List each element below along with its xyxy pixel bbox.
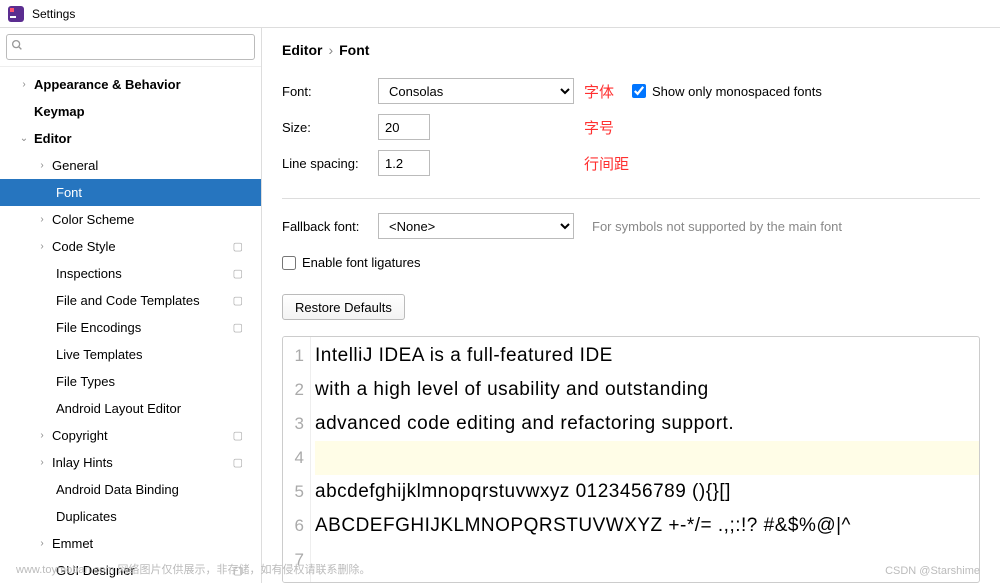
- settings-tree: › Appearance & Behavior Keymap ⌄ Editor › Gene…: [0, 67, 261, 583]
- monospace-checkbox-row[interactable]: Show only monospaced fonts: [632, 84, 822, 99]
- sidebar-item-label: Keymap: [34, 104, 261, 119]
- preview-line: [315, 543, 979, 577]
- sidebar-item-label: Emmet: [52, 536, 261, 551]
- chevron-right-icon: ›: [36, 160, 48, 171]
- sidebar-item-label: File Encodings: [56, 320, 261, 335]
- preview-line: IntelliJ IDEA is a full-featured IDE: [315, 339, 979, 373]
- ligatures-checkbox[interactable]: [282, 256, 296, 270]
- sidebar-item-file-encodings[interactable]: File Encodings▢: [0, 314, 261, 341]
- window-title: Settings: [32, 7, 75, 21]
- sidebar-item-font[interactable]: Font: [0, 179, 261, 206]
- fallback-hint: For symbols not supported by the main fo…: [592, 219, 842, 234]
- spacing-annotation: 行间距: [584, 153, 629, 174]
- sidebar-item-label: Inlay Hints: [52, 455, 261, 470]
- project-scope-icon: ▢: [233, 321, 243, 334]
- sidebar-item-duplicates[interactable]: Duplicates: [0, 503, 261, 530]
- sidebar-item-label: Font: [56, 185, 261, 200]
- settings-sidebar: › Appearance & Behavior Keymap ⌄ Editor › Gene…: [0, 28, 262, 583]
- sidebar-item-label: File Types: [56, 374, 261, 389]
- sidebar-item-inspections[interactable]: Inspections▢: [0, 260, 261, 287]
- sidebar-item-emmet[interactable]: › Emmet: [0, 530, 261, 557]
- sidebar-item-editor[interactable]: ⌄ Editor: [0, 125, 261, 152]
- monospace-label: Show only monospaced fonts: [652, 84, 822, 99]
- project-scope-icon: ▢: [233, 294, 243, 307]
- preview-line: [315, 577, 979, 583]
- breadcrumb-font: Font: [339, 42, 369, 58]
- sidebar-item-copyright[interactable]: › Copyright▢: [0, 422, 261, 449]
- sidebar-item-label: General: [52, 158, 261, 173]
- preview-code[interactable]: IntelliJ IDEA is a full-featured IDEwith…: [311, 337, 979, 582]
- chevron-down-icon: ⌄: [18, 133, 30, 144]
- font-annotation: 字体: [584, 81, 614, 102]
- spacing-label: Line spacing:: [282, 156, 378, 171]
- sidebar-item-keymap[interactable]: Keymap: [0, 98, 261, 125]
- preview-line: with a high level of usability and outst…: [315, 373, 979, 407]
- sidebar-item-file-types[interactable]: File Types: [0, 368, 261, 395]
- sidebar-item-label: Editor: [34, 131, 261, 146]
- preview-line: advanced code editing and refactoring su…: [315, 407, 979, 441]
- sidebar-item-file-and-code-templates[interactable]: File and Code Templates▢: [0, 287, 261, 314]
- breadcrumb-sep: ›: [328, 42, 333, 58]
- app-icon: [8, 6, 24, 22]
- sidebar-item-label: Copyright: [52, 428, 261, 443]
- chevron-right-icon: ›: [36, 430, 48, 441]
- chevron-right-icon: ›: [36, 457, 48, 468]
- project-scope-icon: ▢: [233, 240, 243, 253]
- project-scope-icon: ▢: [233, 429, 243, 442]
- font-label: Font:: [282, 84, 378, 99]
- divider: [282, 198, 980, 199]
- sidebar-item-color-scheme[interactable]: › Color Scheme: [0, 206, 261, 233]
- fallback-select[interactable]: <None>: [378, 213, 574, 239]
- preview-line: [315, 441, 979, 475]
- sidebar-item-general[interactable]: › General: [0, 152, 261, 179]
- monospace-checkbox[interactable]: [632, 84, 646, 98]
- sidebar-item-code-style[interactable]: › Code Style▢: [0, 233, 261, 260]
- size-label: Size:: [282, 120, 378, 135]
- ligatures-label: Enable font ligatures: [302, 255, 421, 270]
- chevron-right-icon: ›: [36, 538, 48, 549]
- sidebar-item-label: Duplicates: [56, 509, 261, 524]
- project-scope-icon: ▢: [233, 267, 243, 280]
- watermark-left: www.toymoban.com 网络图片仅供展示，非存储，如有侵权请联系删除。: [16, 561, 370, 577]
- sidebar-item-live-templates[interactable]: Live Templates: [0, 341, 261, 368]
- font-select[interactable]: Consolas: [378, 78, 574, 104]
- font-preview: 12345678 IntelliJ IDEA is a full-feature…: [282, 336, 980, 583]
- titlebar: Settings: [0, 0, 1000, 28]
- project-scope-icon: ▢: [233, 456, 243, 469]
- chevron-right-icon: ›: [36, 241, 48, 252]
- search-input[interactable]: [6, 34, 255, 60]
- spacing-input[interactable]: [378, 150, 430, 176]
- sidebar-item-label: Inspections: [56, 266, 261, 281]
- sidebar-item-label: Live Templates: [56, 347, 261, 362]
- sidebar-item-android-data-binding[interactable]: Android Data Binding: [0, 476, 261, 503]
- sidebar-item-label: File and Code Templates: [56, 293, 261, 308]
- sidebar-item-label: Color Scheme: [52, 212, 261, 227]
- size-input[interactable]: [378, 114, 430, 140]
- sidebar-item-appearance-behavior[interactable]: › Appearance & Behavior: [0, 71, 261, 98]
- sidebar-item-label: Code Style: [52, 239, 261, 254]
- size-annotation: 字号: [584, 117, 614, 138]
- fallback-label: Fallback font:: [282, 219, 378, 234]
- sidebar-item-android-layout-editor[interactable]: Android Layout Editor: [0, 395, 261, 422]
- sidebar-item-label: Appearance & Behavior: [34, 77, 261, 92]
- watermark-right: CSDN @Starshime: [885, 565, 980, 577]
- ligatures-checkbox-row[interactable]: Enable font ligatures: [282, 255, 421, 270]
- breadcrumb: Editor › Font: [282, 42, 980, 58]
- search-icon: [10, 38, 24, 52]
- chevron-right-icon: ›: [18, 79, 30, 90]
- preview-gutter: 12345678: [283, 337, 311, 582]
- sidebar-item-label: Android Data Binding: [56, 482, 261, 497]
- sidebar-item-inlay-hints[interactable]: › Inlay Hints▢: [0, 449, 261, 476]
- settings-content: Editor › Font Font: Consolas 字体 Show onl…: [262, 28, 1000, 583]
- restore-defaults-button[interactable]: Restore Defaults: [282, 294, 405, 320]
- chevron-right-icon: ›: [36, 214, 48, 225]
- preview-line: ABCDEFGHIJKLMNOPQRSTUVWXYZ +-*/= .,;:!? …: [315, 509, 979, 543]
- breadcrumb-editor[interactable]: Editor: [282, 42, 322, 58]
- preview-line: abcdefghijklmnopqrstuvwxyz 0123456789 ()…: [315, 475, 979, 509]
- sidebar-item-label: Android Layout Editor: [56, 401, 261, 416]
